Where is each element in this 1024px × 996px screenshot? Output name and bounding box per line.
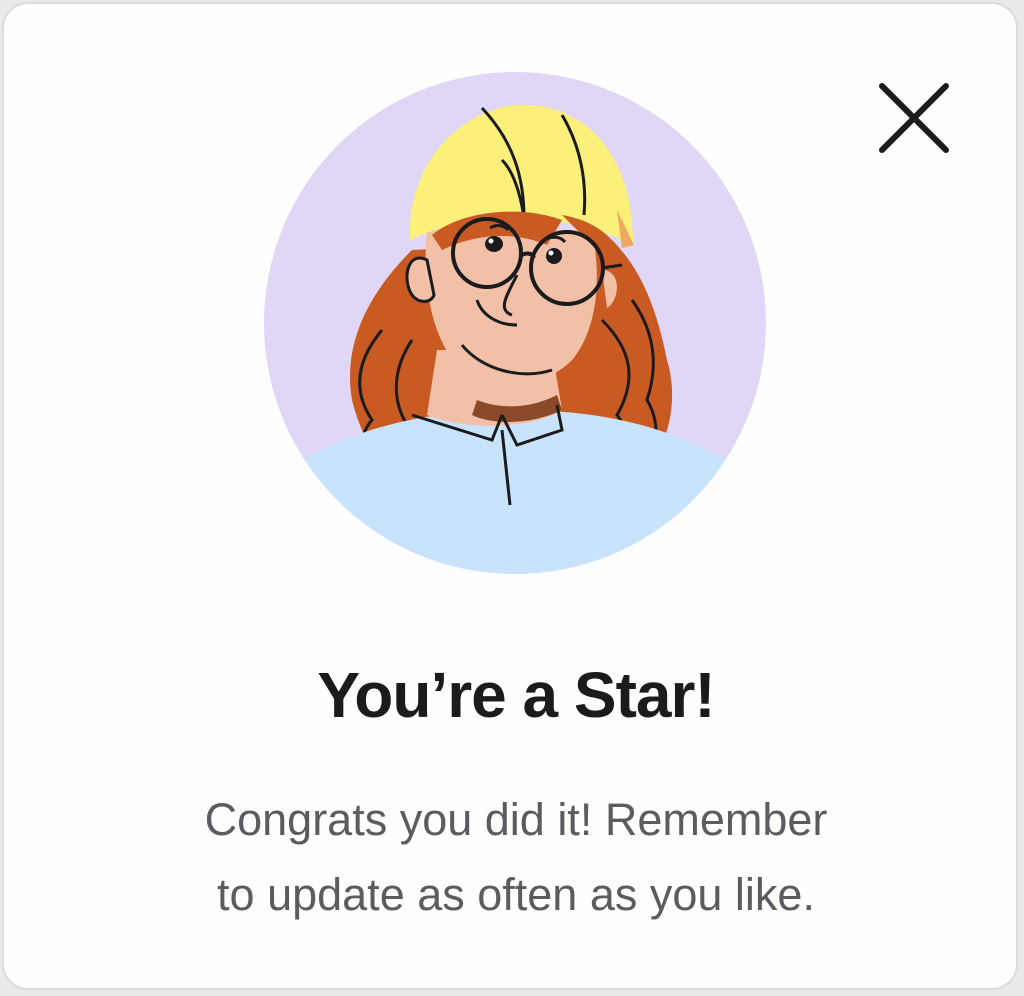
close-button[interactable] xyxy=(870,74,960,164)
close-icon xyxy=(879,83,949,153)
dialog-message-line-1: Congrats you did it! Remember xyxy=(204,794,828,845)
dialog-title: You’re a Star! xyxy=(317,659,715,731)
avatar-illustration xyxy=(262,70,768,576)
success-dialog: You’re a Star! Congrats you did it! Reme… xyxy=(2,2,1018,990)
dialog-message: Congrats you did it! Remember to update … xyxy=(94,782,938,932)
dialog-message-line-2: to update as often as you like. xyxy=(217,869,815,920)
